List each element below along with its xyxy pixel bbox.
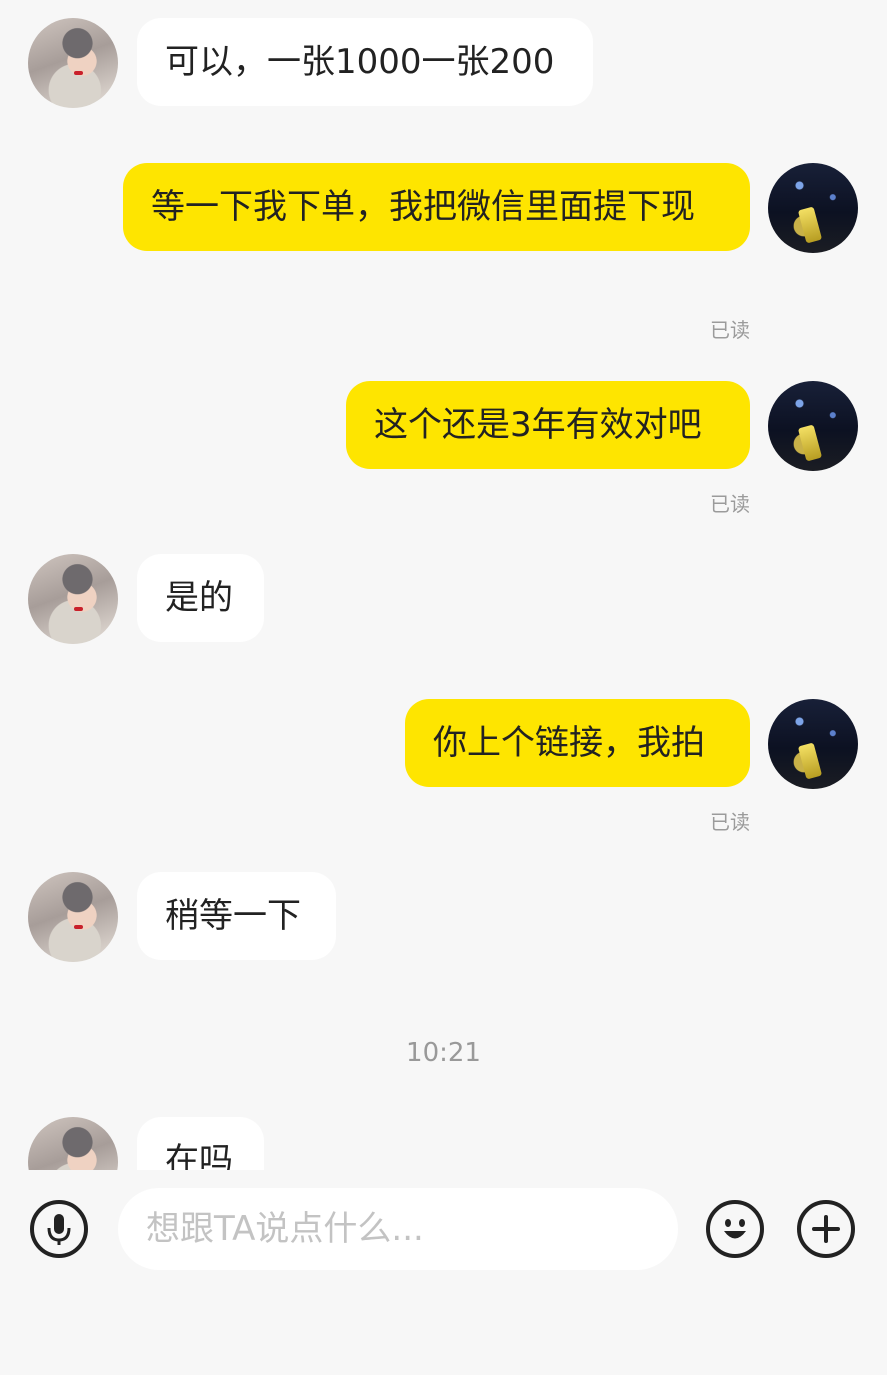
avatar-image xyxy=(74,925,83,929)
message-bubble-sent[interactable]: 等一下我下单，我把微信里面提下现 xyxy=(123,163,750,251)
avatar-image xyxy=(797,424,823,462)
message-bubble-sent[interactable]: 你上个链接，我拍 xyxy=(405,699,750,787)
message-bubble-received[interactable]: 可以，一张1000一张200 xyxy=(137,18,593,106)
avatar-image xyxy=(797,742,823,780)
message-timestamp: 10:21 xyxy=(406,1038,481,1068)
plus-icon xyxy=(812,1215,840,1243)
contact-avatar[interactable] xyxy=(28,872,118,962)
more-button[interactable] xyxy=(797,1200,855,1258)
contact-avatar[interactable] xyxy=(28,1117,118,1170)
composer-bar xyxy=(0,1170,887,1375)
read-receipt: 已读 xyxy=(710,492,750,516)
contact-avatar[interactable] xyxy=(28,18,118,108)
my-avatar[interactable] xyxy=(768,163,858,253)
chat-history: 可以，一张1000一张200 等一下我下单，我把微信里面提下现 已读 这个还是3… xyxy=(0,0,887,1170)
contact-avatar[interactable] xyxy=(28,554,118,644)
message-bubble-received[interactable]: 稍等一下 xyxy=(137,872,336,960)
message-bubble-sent[interactable]: 这个还是3年有效对吧 xyxy=(346,381,750,469)
my-avatar[interactable] xyxy=(768,699,858,789)
message-bubble-received[interactable]: 是的 xyxy=(137,554,264,642)
my-avatar[interactable] xyxy=(768,381,858,471)
avatar-image xyxy=(74,71,83,75)
read-receipt: 已读 xyxy=(710,318,750,342)
avatar-image xyxy=(74,607,83,611)
message-input[interactable] xyxy=(118,1188,678,1270)
read-receipt: 已读 xyxy=(710,810,750,834)
message-bubble-received[interactable]: 在吗 xyxy=(137,1117,264,1170)
emoji-button[interactable] xyxy=(706,1200,764,1258)
voice-button[interactable] xyxy=(30,1200,88,1258)
microphone-icon xyxy=(47,1214,71,1245)
avatar-image xyxy=(797,206,823,244)
smiley-icon xyxy=(724,1219,746,1239)
